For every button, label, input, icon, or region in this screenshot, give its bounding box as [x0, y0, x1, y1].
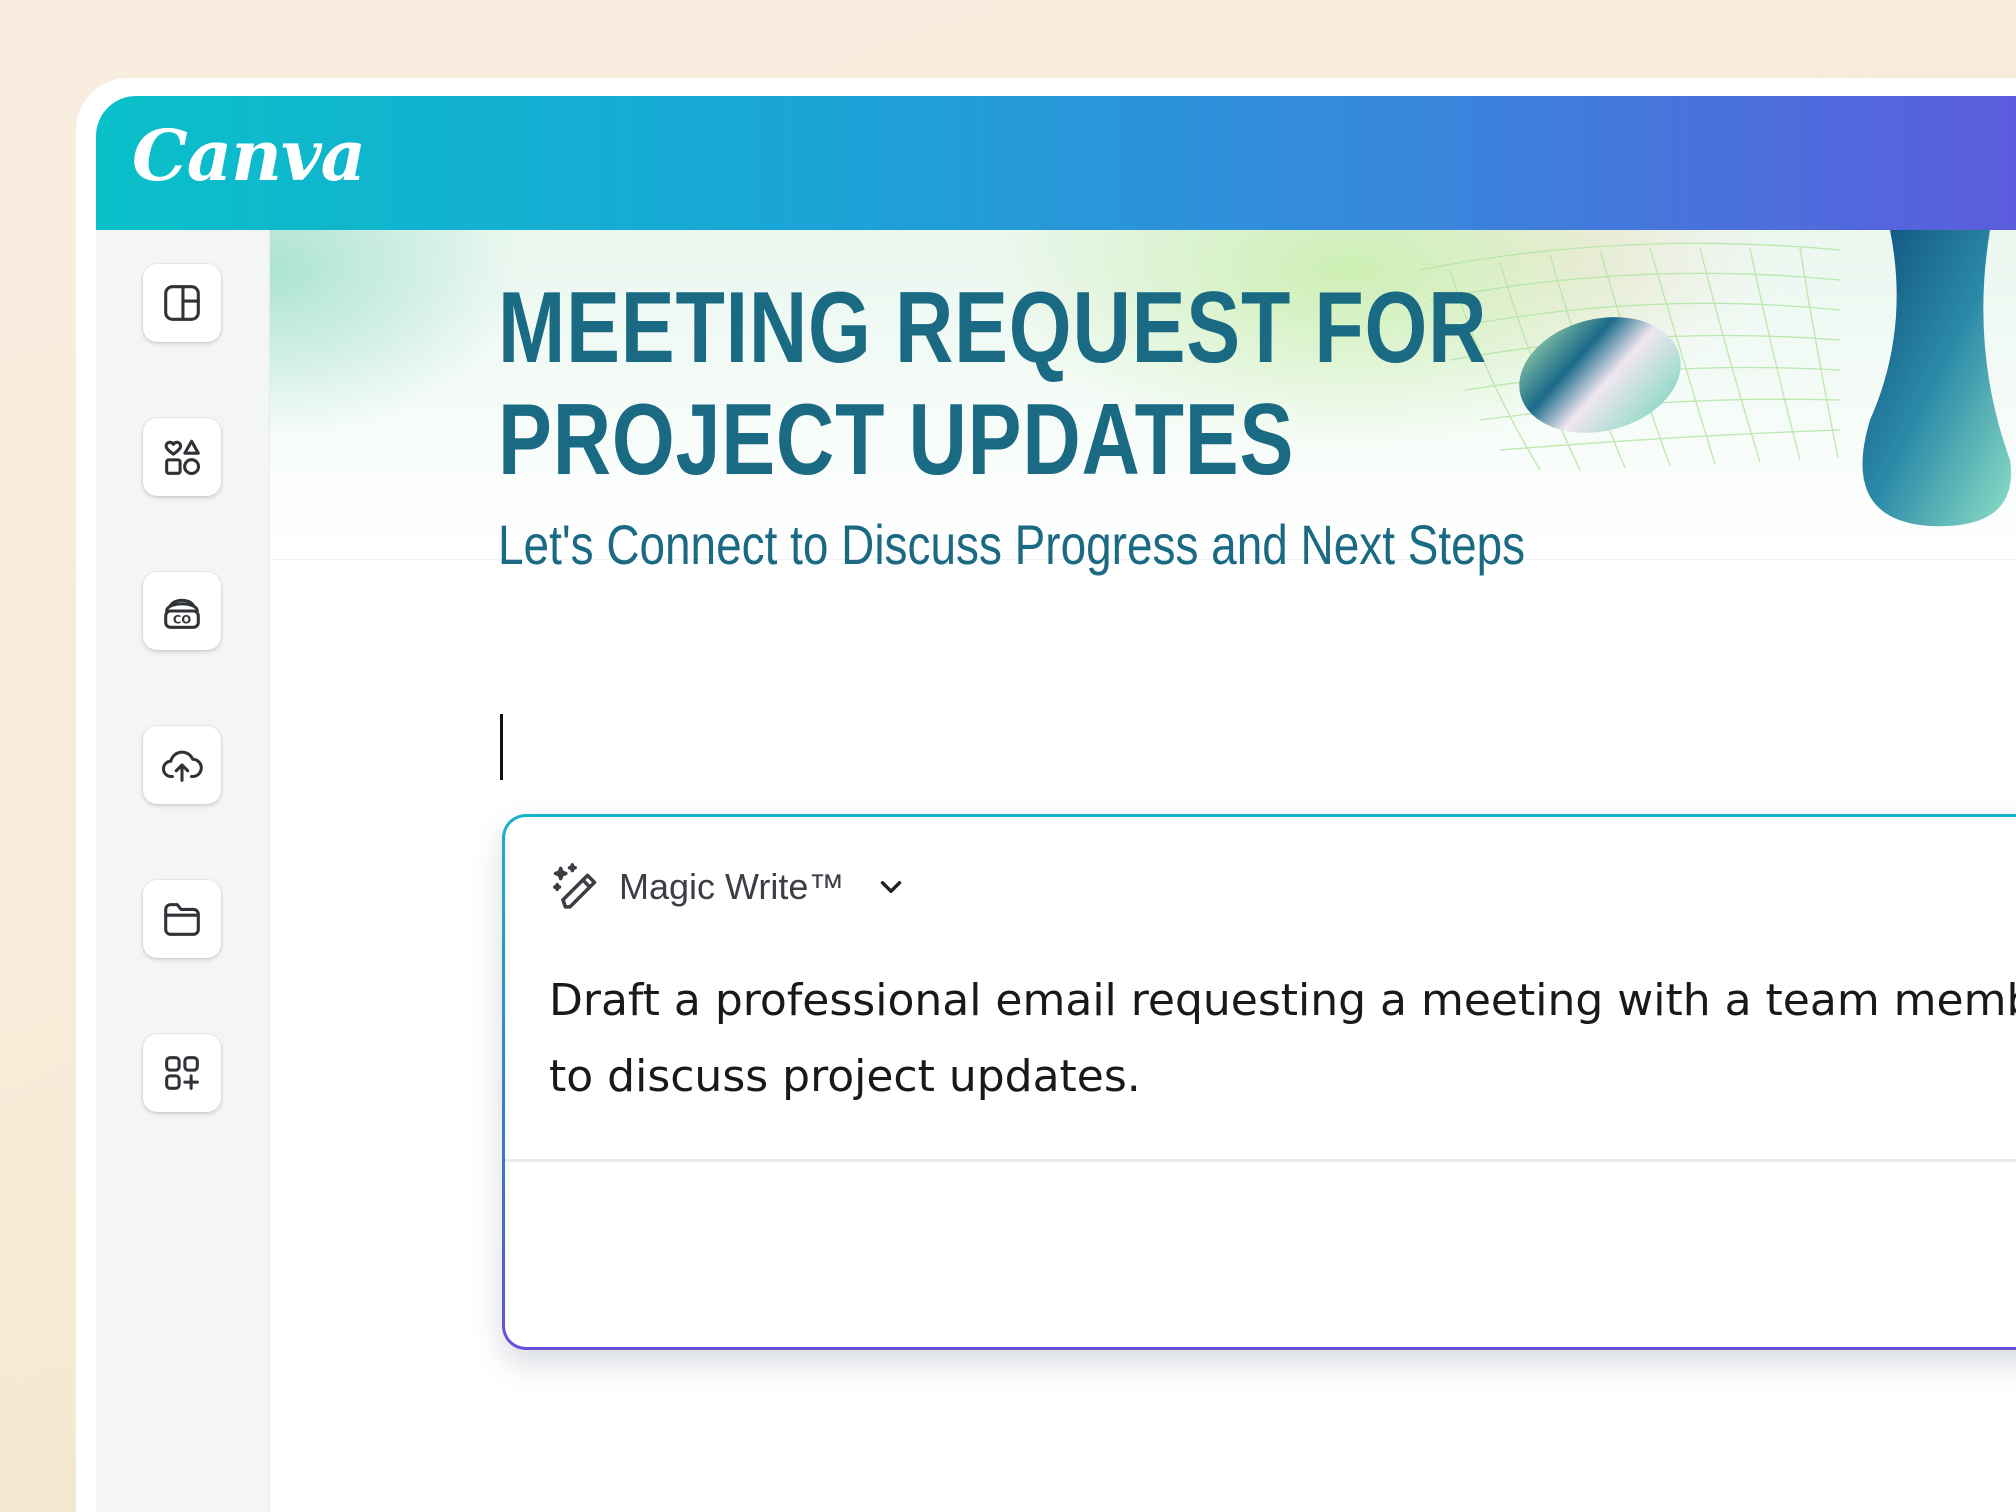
brand-kit-icon: CO [164, 598, 200, 629]
sidebar-item-projects[interactable] [143, 880, 221, 958]
canva-logo[interactable]: Canva [132, 114, 366, 197]
layout-icon [164, 285, 200, 321]
text-cursor [500, 714, 503, 780]
canva-editor-window: Canva CO MEETING REQUEST FOR PROJECT UPD… [96, 96, 2016, 1512]
magic-write-panel: Magic Write™ Draft a professional email … [502, 814, 2016, 1350]
top-bar: Canva [96, 96, 2016, 230]
magic-write-panel-body: Magic Write™ Draft a professional email … [505, 817, 2016, 1347]
sidebar-item-uploads[interactable] [143, 726, 221, 804]
apps-add-icon [165, 1056, 199, 1090]
divider [505, 1159, 2016, 1162]
header-banner: MEETING REQUEST FOR PROJECT UPDATES Let'… [270, 230, 2016, 576]
sidebar: CO [96, 230, 270, 1512]
document-subtitle[interactable]: Let's Connect to Discuss Progress and Ne… [498, 512, 1646, 577]
document-title[interactable]: MEETING REQUEST FOR PROJECT UPDATES [498, 272, 1488, 496]
title-line-2: PROJECT UPDATES [498, 384, 1295, 496]
chevron-down-icon[interactable] [874, 870, 908, 904]
sidebar-item-brand[interactable]: CO [143, 572, 221, 650]
design-canvas[interactable]: MEETING REQUEST FOR PROJECT UPDATES Let'… [270, 230, 2016, 1512]
sidebar-item-apps[interactable] [143, 1034, 221, 1112]
magic-write-prompt-input[interactable]: Draft a professional email requesting a … [549, 963, 2016, 1115]
shapes-icon [164, 439, 201, 476]
title-line-1: MEETING REQUEST FOR [498, 272, 1488, 384]
sidebar-item-elements[interactable] [143, 418, 221, 496]
cloud-upload-icon [162, 750, 203, 782]
magic-write-header[interactable]: Magic Write™ [549, 857, 908, 917]
folder-icon [164, 903, 200, 936]
sidebar-item-design[interactable] [143, 264, 221, 342]
magic-pen-icon [553, 863, 597, 909]
magic-write-label: Magic Write™ [619, 866, 845, 907]
svg-text:CO: CO [173, 613, 191, 627]
